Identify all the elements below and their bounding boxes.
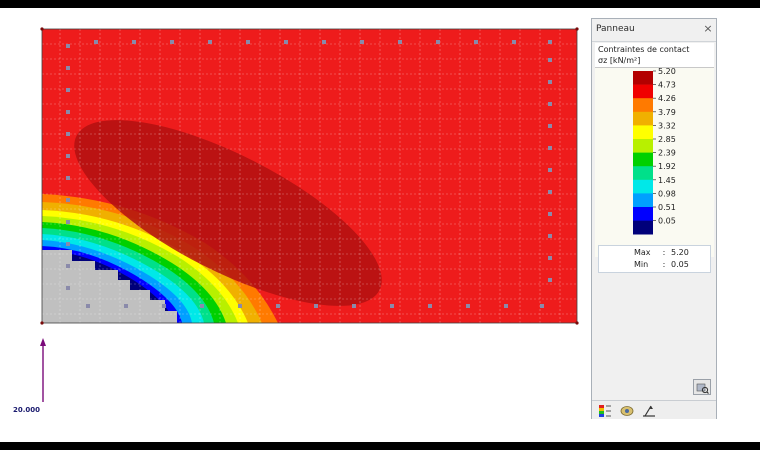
- panel-header: Panneau ×: [592, 19, 716, 42]
- legend-value: 0.05: [658, 217, 676, 226]
- bottom-border: [0, 442, 760, 450]
- legend-swatch: [633, 84, 653, 99]
- legend-value: 0.98: [658, 189, 676, 198]
- legend-swatch: [633, 98, 653, 113]
- axis-value-label: 20.000: [13, 406, 41, 414]
- legend-value: 3.79: [658, 108, 676, 117]
- legend-unit: σz [kN/m²]: [598, 56, 641, 65]
- max-label: Max: [634, 248, 651, 257]
- legend-swatch: [633, 166, 653, 181]
- diagram-tab[interactable]: [641, 403, 657, 417]
- legend-swatch: [633, 179, 653, 194]
- min-max-box: Max : 5.20 Min : 0.05: [598, 245, 711, 273]
- legend-value: 2.39: [658, 149, 676, 158]
- legend-title: Contraintes de contact: [598, 45, 690, 54]
- max-row: Max : 5.20: [599, 248, 710, 260]
- min-separator: :: [662, 260, 666, 269]
- color-scale: 5.20 4.73 4.26 3.79 3.32 2.85 2.39 1.92 1.45 0.98…: [595, 67, 714, 257]
- settings-icon: [696, 383, 709, 394]
- legend-value: 5.20: [658, 67, 676, 76]
- legend-swatch: [633, 152, 653, 167]
- legend-swatch: [633, 193, 653, 208]
- view-icon: [620, 406, 634, 416]
- z-axis-arrow: [40, 338, 46, 402]
- min-row: Min : 0.05: [599, 260, 710, 272]
- min-label: Min: [634, 260, 649, 269]
- max-separator: :: [662, 248, 666, 257]
- legend-value: 1.45: [658, 176, 676, 185]
- view-tab[interactable]: [619, 403, 635, 417]
- legend-swatch: [633, 220, 653, 235]
- color-scale-icon: [599, 405, 611, 417]
- max-value: 5.20: [671, 248, 689, 257]
- diagram-icon: [643, 405, 655, 417]
- legend-swatch: [633, 207, 653, 221]
- contact-stress-plot: [40, 27, 579, 402]
- legend-swatch: [633, 71, 653, 85]
- legend-swatch: [633, 139, 653, 153]
- settings-button[interactable]: [693, 379, 711, 395]
- legend-box: Contraintes de contact σz [kN/m²] 5.20 4.…: [595, 43, 714, 257]
- model-viewport[interactable]: 20.000: [0, 8, 590, 442]
- legend-value: 3.32: [658, 121, 676, 130]
- legend-value: 1.92: [658, 162, 676, 171]
- legend-value: 2.85: [658, 135, 676, 144]
- close-button[interactable]: ×: [702, 22, 714, 36]
- legend-value: 4.26: [658, 94, 676, 103]
- legend-swatch: [633, 125, 653, 140]
- legend-panel: Panneau × Contraintes de contact σz [kN/…: [591, 18, 717, 419]
- legend-swatch: [633, 111, 653, 126]
- legend-value: 0.51: [658, 203, 676, 212]
- legend-value: 4.73: [658, 81, 676, 90]
- panel-toolbar: [592, 400, 716, 419]
- top-border: [0, 0, 760, 8]
- color-scale-tab[interactable]: [597, 403, 613, 417]
- panel-title: Panneau: [596, 24, 635, 34]
- min-value: 0.05: [671, 260, 689, 269]
